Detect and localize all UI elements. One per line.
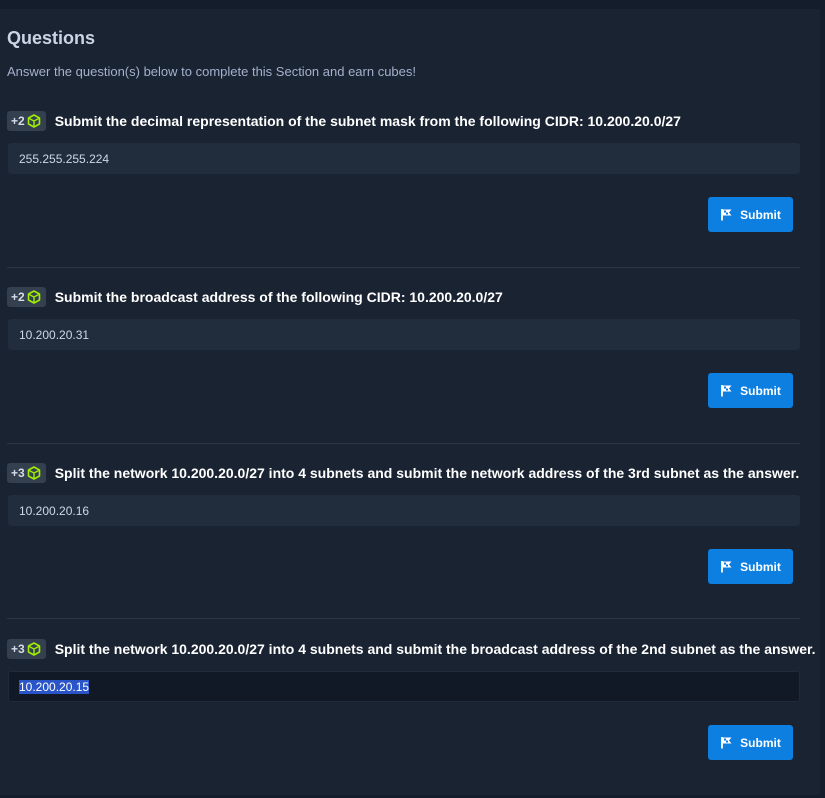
- points-badge: +3: [7, 638, 46, 659]
- question-text: Split the network 10.200.20.0/27 into 4 …: [54, 464, 800, 481]
- section-subtitle: Answer the question(s) below to complete…: [7, 64, 417, 79]
- submit-button[interactable]: Submit: [708, 197, 793, 232]
- flag-icon: [721, 561, 732, 573]
- cube-icon: [27, 465, 40, 480]
- cube-icon: [27, 289, 40, 304]
- submit-button[interactable]: Submit: [708, 373, 793, 408]
- question-1: +2 Submit the decimal representation of …: [0, 110, 820, 270]
- answer-input[interactable]: [8, 495, 800, 526]
- question-text: Submit the broadcast address of the foll…: [54, 288, 503, 305]
- question-text: Submit the decimal representation of the…: [54, 112, 681, 129]
- points-value: +2: [11, 113, 25, 128]
- questions-panel: Questions Answer the question(s) below t…: [0, 9, 820, 795]
- question-header: +3 Split the network 10.200.20.0/27 into…: [7, 462, 799, 483]
- flag-icon: [721, 385, 732, 397]
- question-header: +3 Split the network 10.200.20.0/27 into…: [7, 638, 816, 659]
- question-2: +2 Submit the broadcast address of the f…: [0, 286, 820, 446]
- section-title: Questions: [7, 28, 96, 48]
- submit-label: Submit: [740, 559, 781, 574]
- flag-icon: [721, 209, 732, 221]
- divider: [7, 267, 800, 268]
- cube-icon: [27, 641, 40, 656]
- submit-label: Submit: [740, 207, 781, 222]
- question-3: +3 Split the network 10.200.20.0/27 into…: [0, 462, 820, 622]
- points-value: +3: [11, 465, 25, 480]
- answer-input[interactable]: [8, 143, 800, 174]
- cube-icon: [27, 113, 40, 128]
- submit-label: Submit: [740, 383, 781, 398]
- points-badge: +2: [7, 286, 46, 307]
- flag-icon: [721, 737, 732, 749]
- question-header: +2 Submit the decimal representation of …: [7, 110, 681, 131]
- question-header: +2 Submit the broadcast address of the f…: [7, 286, 503, 307]
- points-value: +3: [11, 641, 25, 656]
- question-4: +3 Split the network 10.200.20.0/27 into…: [0, 638, 820, 798]
- points-value: +2: [11, 289, 25, 304]
- points-badge: +3: [7, 462, 46, 483]
- points-badge: +2: [7, 110, 46, 131]
- question-text: Split the network 10.200.20.0/27 into 4 …: [54, 640, 816, 657]
- divider: [7, 618, 800, 619]
- submit-label: Submit: [740, 735, 781, 750]
- answer-input[interactable]: [8, 319, 800, 350]
- divider: [7, 443, 800, 444]
- submit-button[interactable]: Submit: [708, 549, 793, 584]
- submit-button[interactable]: Submit: [708, 725, 793, 760]
- answer-input[interactable]: [8, 671, 800, 702]
